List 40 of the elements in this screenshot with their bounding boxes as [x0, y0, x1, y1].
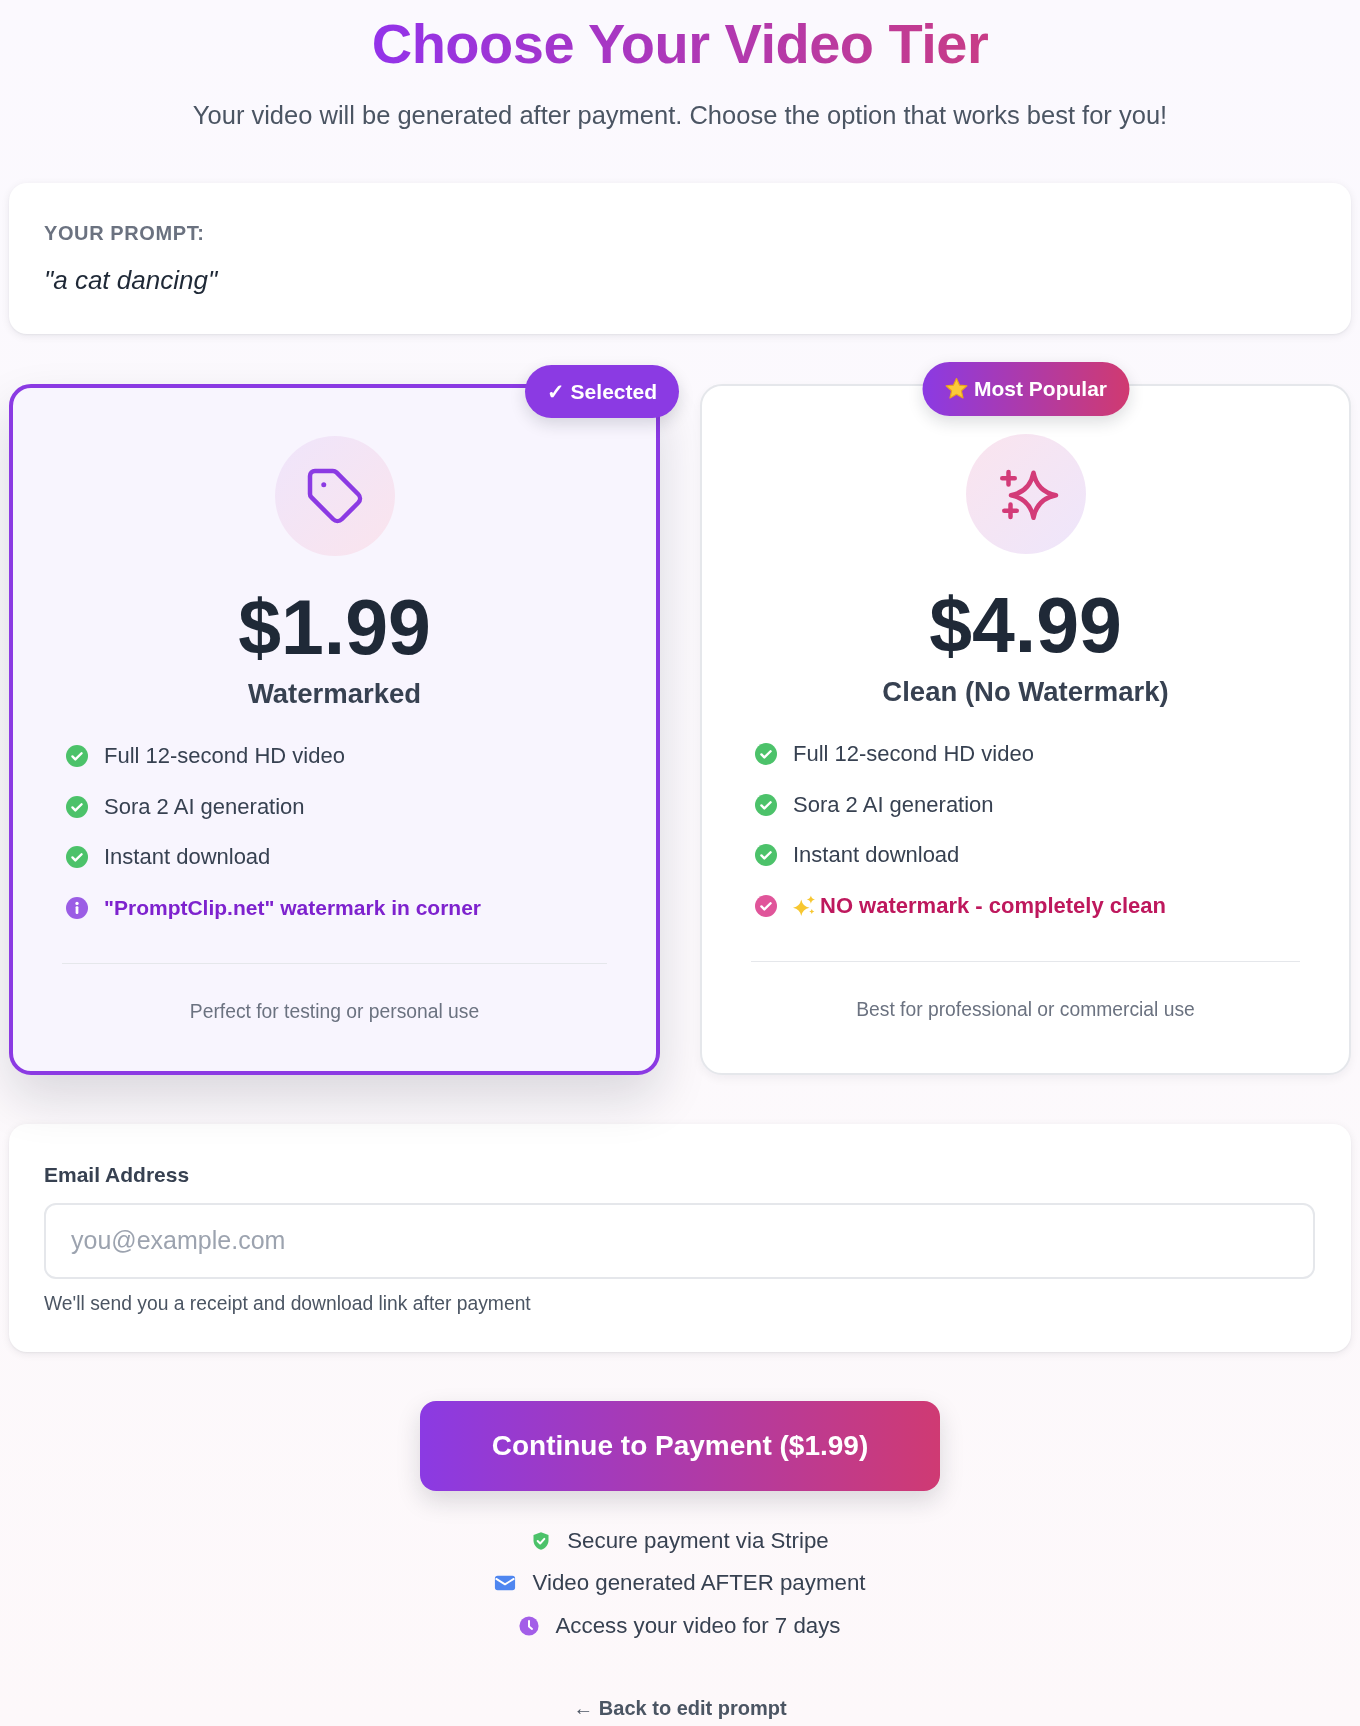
- check-circle-icon: [755, 894, 777, 917]
- shield-check-icon: [531, 1530, 552, 1551]
- clock-icon: [519, 1615, 540, 1636]
- email-input[interactable]: you@example.com: [44, 1202, 1315, 1279]
- page-subtitle: Your video will be generated after payment. Choose the option that works best for you!: [192, 100, 1168, 130]
- assurance-text: Video generated AFTER payment: [532, 1569, 866, 1597]
- check-circle-icon: [66, 795, 88, 818]
- tier-name: Watermarked: [246, 677, 423, 711]
- continue-to-payment-button[interactable]: Continue to Payment ($1.99): [420, 1400, 940, 1491]
- price: $1.99: [237, 587, 432, 667]
- feature-text: "PromptClip.net" watermark in corner: [104, 894, 481, 921]
- email-help-text: We'll send you a receipt and download link after payment: [44, 1291, 531, 1316]
- feature-text: Instant download: [793, 841, 960, 869]
- info-icon: [66, 896, 88, 919]
- star-icon: [944, 377, 968, 401]
- feature-text: Sora 2 AI generation: [793, 790, 994, 819]
- feature-text: Full 12-second HD video: [104, 742, 345, 770]
- feature-text: NO watermark - completely clean: [820, 891, 1167, 920]
- check-circle-icon: [66, 745, 88, 767]
- check-circle-icon: [755, 844, 777, 866]
- prompt-text: "a cat dancing": [44, 265, 219, 295]
- prompt-label: YOUR PROMPT:: [44, 221, 205, 245]
- price: $4.99: [928, 585, 1123, 665]
- back-link[interactable]: ← Back to edit prompt: [573, 1696, 787, 1719]
- feature-text: Sora 2 AI generation: [104, 792, 305, 821]
- assurance-text: Secure payment via Stripe: [567, 1526, 829, 1555]
- tier-note: Perfect for testing or personal use: [189, 999, 480, 1024]
- tag-icon: [274, 436, 395, 556]
- check-circle-icon: [755, 743, 777, 765]
- sparkles-icon: [965, 434, 1086, 554]
- sparkle-icon: [793, 894, 815, 917]
- email-label: Email Address: [44, 1161, 191, 1188]
- assurance-text: Access your video for 7 days: [555, 1611, 841, 1640]
- feature-text: Instant download: [104, 843, 271, 871]
- selected-badge: ✓ Selected: [524, 365, 679, 418]
- check-circle-icon: [66, 846, 88, 868]
- tier-name: Clean (No Watermark): [881, 675, 1170, 709]
- check-circle-icon: [755, 793, 777, 816]
- tier-note: Best for professional or commercial use: [856, 997, 1195, 1022]
- feature-text: Full 12-second HD video: [793, 740, 1034, 768]
